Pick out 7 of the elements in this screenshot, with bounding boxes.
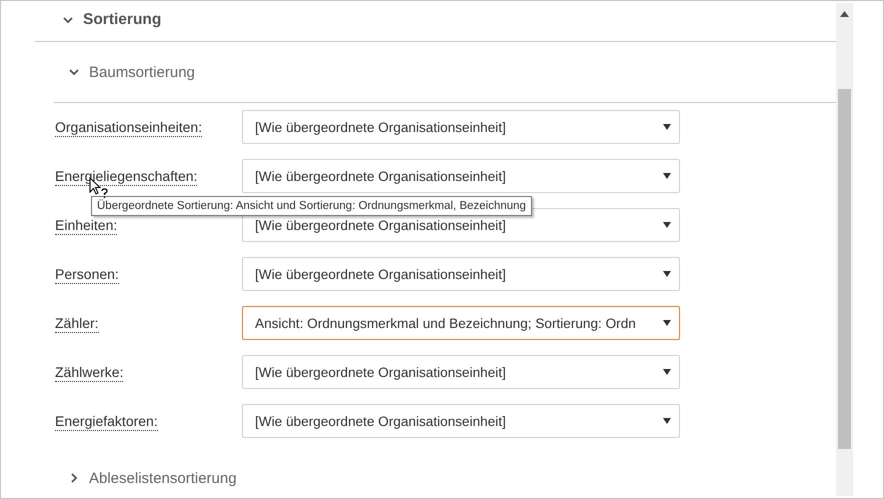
field-label: Zählwerke: bbox=[55, 364, 124, 380]
field-label: Zähler: bbox=[55, 315, 100, 331]
field-label: Energiefaktoren: bbox=[55, 413, 159, 429]
field-label: Einheiten: bbox=[55, 217, 118, 233]
field-label: Organisationseinheiten: bbox=[55, 119, 204, 135]
tooltip: Übergeordnete Sortierung: Ansicht und Sortierung: Ordnungsmerkmal, Bezeichnung bbox=[91, 196, 532, 216]
field-label: Personen: bbox=[55, 266, 120, 282]
